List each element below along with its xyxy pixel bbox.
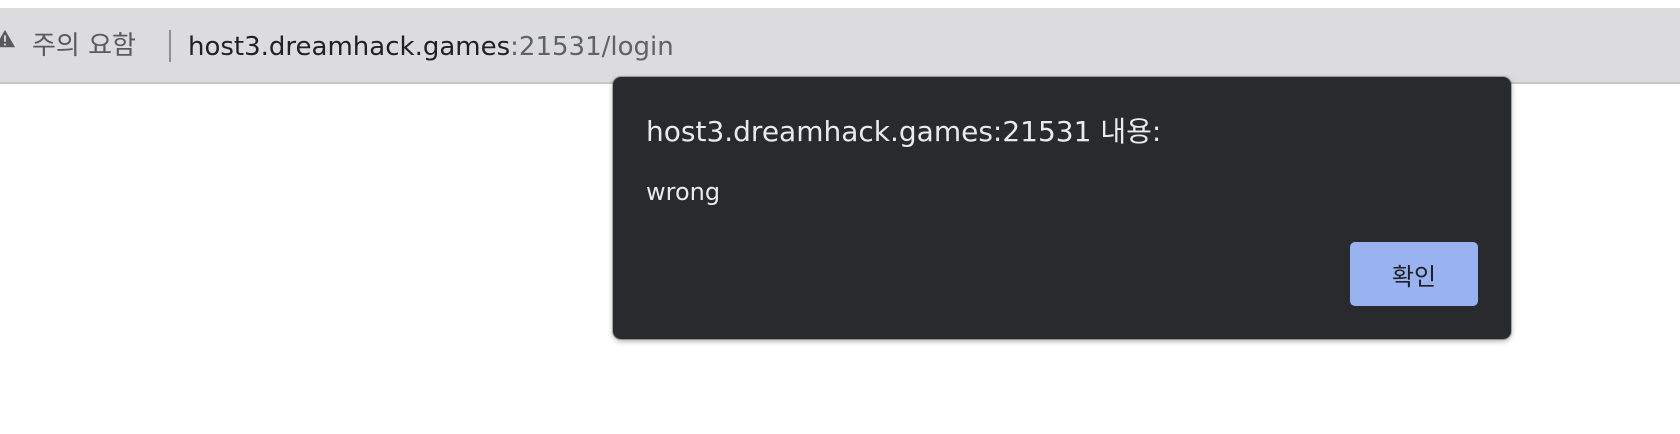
warning-triangle-icon[interactable] — [0, 28, 16, 50]
alert-title: host3.dreamhack.games:21531 내용: — [646, 115, 1162, 148]
address-bar-divider — [169, 30, 171, 62]
alert-message: wrong — [646, 178, 721, 206]
alert-dialog: host3.dreamhack.games:21531 내용: wrong 확인 — [613, 77, 1511, 339]
window-top-edge — [0, 0, 1680, 8]
security-status-label[interactable]: 주의 요함 — [32, 30, 136, 62]
url-host: host3.dreamhack.games — [188, 32, 511, 62]
ok-button[interactable]: 확인 — [1350, 242, 1478, 306]
url-text[interactable]: host3.dreamhack.games:21531/login — [188, 32, 674, 62]
address-bar[interactable]: 주의 요함 host3.dreamhack.games:21531/login — [0, 8, 1680, 84]
url-port-path: :21531/login — [510, 32, 674, 62]
